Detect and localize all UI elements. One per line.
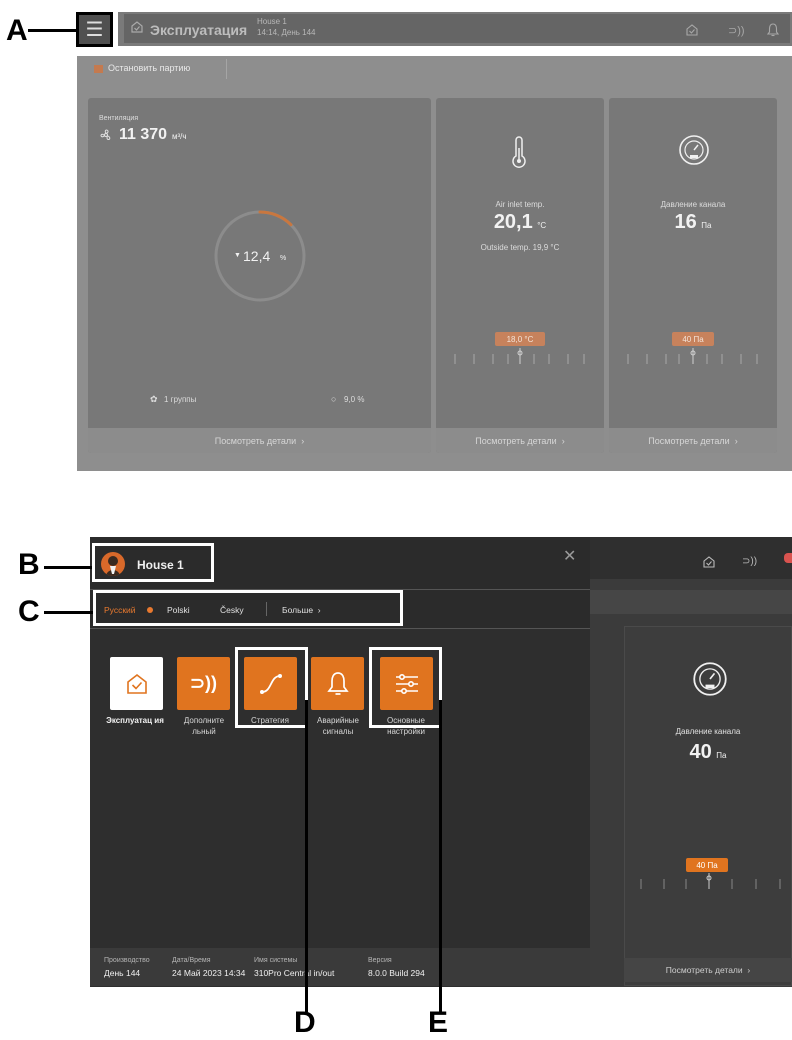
air-inlet-scale <box>450 348 590 371</box>
tile-operation[interactable] <box>110 657 163 710</box>
air-inlet-setpoint-chip: 18,0 °C <box>495 332 545 346</box>
version-value: 8.0.0 Build 294 <box>368 968 425 978</box>
details-label: Посмотреть детали <box>475 435 557 446</box>
stop-batch-label: Остановить партию <box>108 63 191 73</box>
details-label: Посмотреть детали <box>214 435 297 446</box>
callout-b-leader <box>44 566 92 569</box>
close-icon[interactable]: ✕ <box>563 546 576 566</box>
tile-alarms[interactable] <box>311 657 364 710</box>
ventilation-unit: м³/ч <box>172 132 187 141</box>
ventilation-details-link[interactable]: Посмотреть детали › <box>88 428 431 453</box>
system-name-value: 310Pro Central in/out <box>254 968 335 978</box>
pressure-number: 16 <box>674 211 697 233</box>
pressure-gauge-icon <box>692 661 728 702</box>
right-pressure-unit: Па <box>716 751 727 760</box>
pressure-setpoint-chip: 40 Па <box>672 332 714 346</box>
settings-highlight <box>369 647 442 728</box>
thermometer-icon <box>510 136 528 173</box>
outside-temp: Outside temp. 19,9 °C <box>480 243 560 252</box>
datetime-label: Дата/Время <box>172 957 211 964</box>
right-topbar <box>590 537 792 579</box>
datetime-value: 24 Май 2023 14:34 <box>172 968 246 978</box>
air-inlet-details-link[interactable]: Посмотреть детали › <box>436 428 604 453</box>
pressure-scale <box>623 348 763 371</box>
strategy-highlight <box>235 647 308 728</box>
right-pressure-scale <box>636 873 786 896</box>
groups-icon: ✿ <box>150 394 158 404</box>
callout-c: C <box>18 595 40 628</box>
stop-icon <box>94 65 103 73</box>
callout-d: D <box>294 1006 316 1039</box>
version-label: Версия <box>368 957 392 964</box>
right-pressure-chip: 40 Па <box>686 858 728 872</box>
fan-icon <box>99 128 113 147</box>
sound-waves-icon[interactable]: ⊃)) <box>728 24 745 37</box>
tile-operation-label: Эксплуатац ия <box>106 716 164 725</box>
alarm-indicator[interactable] <box>784 553 792 563</box>
details-label: Посмотреть детали <box>648 435 730 446</box>
header-house: House 1 <box>257 17 287 26</box>
gauge-arrow: ▼ <box>234 252 241 259</box>
header-time: 14:14, День 144 <box>257 28 316 37</box>
air-inlet-unit: °C <box>537 221 547 230</box>
pressure-label: Давление канала <box>660 200 726 209</box>
right-pressure-value: 40 Па <box>624 741 792 764</box>
home-check-icon <box>126 673 147 694</box>
ventilation-label: Вентиляция <box>99 115 139 122</box>
home-check-icon[interactable] <box>685 23 699 42</box>
groups-count: 1 группы <box>164 395 197 404</box>
callout-e: E <box>428 1006 449 1039</box>
air-inlet-label: Air inlet temp. <box>495 200 545 209</box>
callout-a-leader <box>28 29 76 32</box>
production-value: День 144 <box>104 968 141 978</box>
system-info-footer <box>90 948 590 986</box>
tile-alarms-label: Аварийные сигналы <box>317 716 359 736</box>
home-check-icon <box>130 20 144 37</box>
pressure-unit: Па <box>701 221 712 230</box>
sound-waves-icon: ⊃)) <box>189 673 218 693</box>
callout-c-leader <box>44 611 93 614</box>
ventilation-value: 11 370 <box>119 126 168 143</box>
right-pressure-label: Давление канала <box>675 727 741 736</box>
ventilation-side-value: 9,0 % <box>344 395 365 404</box>
right-stopbar <box>590 590 792 614</box>
air-inlet-number: 20,1 <box>493 211 533 233</box>
tile-additional-label: Дополните льный <box>183 716 225 736</box>
header-title: Эксплуатация <box>150 22 248 38</box>
callout-b: B <box>18 548 40 581</box>
bell-icon <box>326 671 349 695</box>
house-highlight <box>92 543 214 582</box>
pressure-gauge-icon <box>678 134 710 171</box>
callout-e-leader <box>439 700 442 1012</box>
right-pressure-number: 40 <box>689 741 712 763</box>
pressure-details-link[interactable]: Посмотреть детали › <box>609 428 777 453</box>
gauge-unit: % <box>280 255 287 262</box>
system-name-label: Имя системы <box>254 957 298 964</box>
details-label: Посмотреть детали <box>665 965 743 975</box>
bell-icon[interactable] <box>766 23 780 42</box>
air-inlet-value: 20,1 °C <box>436 211 604 234</box>
language-highlight <box>93 590 403 626</box>
sound-waves-icon[interactable]: ⊃)) <box>742 556 757 567</box>
production-label: Производство <box>104 957 150 964</box>
shield-icon: ○ <box>331 394 337 404</box>
right-details-link[interactable]: Посмотреть детали › <box>624 958 792 982</box>
callout-d-leader <box>305 700 308 1012</box>
gauge-value: 12,4 <box>243 248 271 264</box>
home-check-icon[interactable] <box>702 555 716 574</box>
tile-additional[interactable]: ⊃)) <box>177 657 230 710</box>
callout-a: A <box>6 14 28 47</box>
hamburger-icon[interactable]: ☰ <box>76 12 113 47</box>
pressure-value: 16 Па <box>609 211 777 234</box>
